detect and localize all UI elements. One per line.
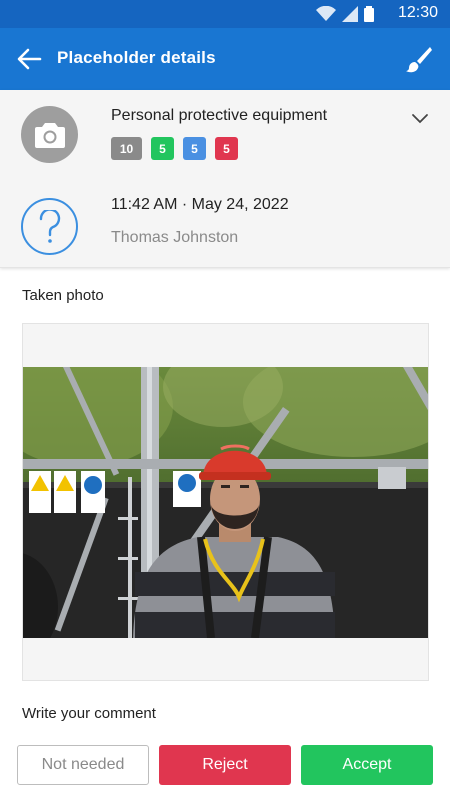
comment-label: Write your comment <box>22 705 156 722</box>
status-icons <box>316 6 374 22</box>
details-header: Personal protective equipment 10 5 5 5 1… <box>0 90 450 268</box>
camera-avatar <box>21 106 78 163</box>
chevron-down-icon <box>412 114 428 124</box>
signal-icon <box>342 6 358 22</box>
author-name: Thomas Johnston <box>111 229 239 246</box>
status-time: 12:30 <box>397 4 438 21</box>
count-badges: 10 5 5 5 <box>111 137 238 160</box>
category-title: Personal protective equipment <box>111 107 328 124</box>
brush-icon <box>406 47 432 73</box>
question-icon <box>21 198 78 255</box>
arrow-left-icon <box>17 48 42 70</box>
camera-icon <box>34 122 65 148</box>
reject-button[interactable]: Reject <box>159 745 291 785</box>
accept-button[interactable]: Accept <box>301 745 433 785</box>
not-needed-button[interactable]: Not needed <box>17 745 149 785</box>
edit-brush-button[interactable] <box>404 44 434 74</box>
count-badge-red: 5 <box>215 137 238 160</box>
status-bar: 12:30 <box>0 0 450 28</box>
taken-photo-label: Taken photo <box>22 287 104 304</box>
photo-frame[interactable] <box>22 323 429 681</box>
wifi-icon <box>316 6 336 21</box>
count-badge-blue: 5 <box>183 137 206 160</box>
page-title: Placeholder details <box>57 48 216 67</box>
app-bar: Placeholder details <box>0 28 450 90</box>
count-badge-green: 5 <box>151 137 174 160</box>
taken-photo[interactable] <box>23 367 428 638</box>
count-badge-total: 10 <box>111 137 142 160</box>
battery-icon <box>364 6 374 22</box>
expand-button[interactable] <box>410 110 430 126</box>
timestamp: 11:42 AM · May 24, 2022 <box>111 196 289 213</box>
back-button[interactable] <box>14 45 44 73</box>
